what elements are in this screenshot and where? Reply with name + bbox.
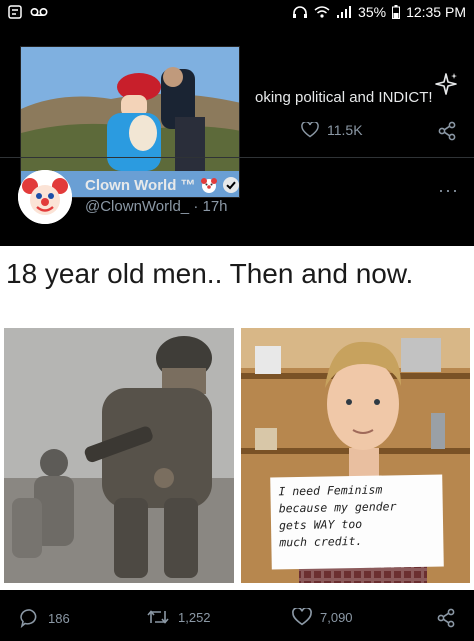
reply-count: 186 <box>48 610 70 626</box>
author-name-row[interactable]: Clown World ™ <box>85 176 240 194</box>
like-button[interactable]: 7,090 <box>292 608 353 626</box>
man-with-sign-photo: I need Feminism because my gender gets W… <box>241 328 470 583</box>
headphones-icon <box>293 6 308 18</box>
author-name[interactable]: Clown World ™ <box>85 177 196 194</box>
share-icon <box>438 121 456 141</box>
previous-like-count: 11.5K <box>327 122 363 138</box>
wifi-icon <box>314 6 330 18</box>
share-icon <box>437 608 455 628</box>
sign-line: much credit. <box>279 533 363 550</box>
voicemail-icon <box>30 7 48 17</box>
divider <box>0 157 474 158</box>
like-count: 7,090 <box>320 609 353 625</box>
clock: 12:35 PM <box>406 4 466 20</box>
soldier-photo <box>4 328 234 583</box>
previous-share-button[interactable] <box>437 121 457 146</box>
sparkle-icon[interactable] <box>432 70 460 98</box>
retweet-button[interactable]: 1,252 <box>146 608 211 626</box>
battery-icon <box>392 5 401 19</box>
author-handle-row: @ClownWorld_ · 17h <box>85 198 228 215</box>
heart-icon <box>292 608 312 626</box>
author-handle[interactable]: @ClownWorld_ <box>85 198 189 215</box>
clown-emoji-icon <box>200 178 217 193</box>
tweet-time[interactable]: 17h <box>203 198 228 215</box>
previous-tweet-text: oking political and INDICT! <box>255 89 433 106</box>
tweet-media[interactable]: 18 year old men.. Then and now. I need F… <box>0 246 474 590</box>
tweet-actions: 186 1,252 7,090 <box>0 600 474 634</box>
heart-icon <box>301 122 319 138</box>
signal-icon <box>337 6 352 18</box>
notification-icon <box>8 5 22 19</box>
previous-like-button[interactable]: 11.5K <box>301 122 363 138</box>
avatar[interactable] <box>18 170 72 224</box>
retweet-icon <box>147 610 169 624</box>
retweet-count: 1,252 <box>178 609 211 625</box>
reply-icon <box>20 609 37 628</box>
verified-badge-icon <box>222 177 239 193</box>
separator-dot: · <box>193 198 199 215</box>
reply-button[interactable]: 186 <box>20 608 70 628</box>
meme-caption: 18 year old men.. Then and now. <box>6 258 414 289</box>
status-bar: 35% 12:35 PM <box>0 0 474 26</box>
share-button[interactable] <box>436 608 456 628</box>
protest-sign: I need Feminism because my gender gets W… <box>270 474 444 570</box>
more-options-icon[interactable]: ··· <box>438 180 459 201</box>
battery-percent: 35% <box>358 4 387 20</box>
